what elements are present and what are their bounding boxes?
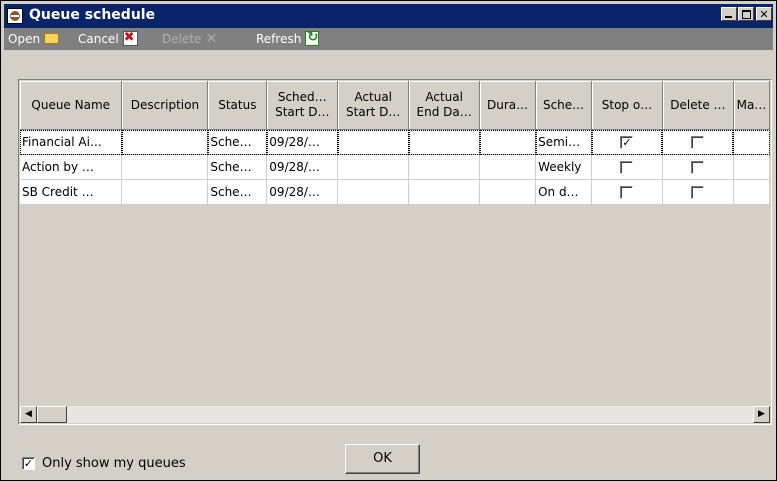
cell-description[interactable] bbox=[121, 179, 209, 205]
refresh-button[interactable]: Refresh bbox=[256, 29, 320, 48]
refresh-label: Refresh bbox=[256, 32, 302, 46]
cell-status[interactable]: Sche… bbox=[207, 129, 268, 155]
column-header[interactable]: Queue Name bbox=[20, 81, 123, 130]
close-button[interactable]: ✕ bbox=[756, 7, 772, 21]
queue-grid: Queue Name Description Status Sched… Start D… bbox=[18, 79, 772, 425]
cell-status[interactable]: Sche… bbox=[207, 179, 268, 205]
delete-icon bbox=[205, 31, 219, 48]
column-header-label: Ma… bbox=[736, 97, 767, 112]
column-header-sublabel: End Da… bbox=[416, 105, 472, 119]
delete-checkbox[interactable] bbox=[691, 160, 705, 174]
column-header-label: Queue Name bbox=[31, 97, 111, 112]
delete-button[interactable]: Delete bbox=[162, 31, 219, 48]
delete-label: Delete bbox=[162, 32, 202, 46]
cell-stop-checked: ✓ bbox=[591, 129, 663, 155]
cell-sched-start[interactable]: 09/28/… bbox=[266, 179, 339, 205]
open-button[interactable]: Open bbox=[8, 31, 60, 48]
table-row[interactable]: SB Credit … Sche… 09/28/… On d… bbox=[20, 179, 770, 205]
table-row[interactable]: Action by … Sche… 09/28/… Weekly bbox=[20, 154, 770, 180]
delete-checkbox[interactable] bbox=[691, 135, 705, 149]
cell-actual-start[interactable] bbox=[337, 129, 410, 155]
cell-duration[interactable] bbox=[479, 179, 537, 205]
cell-actual-end[interactable] bbox=[408, 129, 481, 155]
cell-schedule[interactable]: Weekly bbox=[535, 154, 593, 180]
column-header[interactable]: Sched… Start D… bbox=[266, 81, 339, 130]
open-label: Open bbox=[8, 32, 41, 46]
cell-overflow bbox=[733, 179, 770, 205]
scroll-thumb[interactable] bbox=[37, 406, 67, 423]
refresh-icon bbox=[305, 29, 320, 46]
column-header[interactable]: Delete … bbox=[662, 81, 734, 130]
column-header[interactable]: Stop o… bbox=[591, 81, 663, 130]
cell-schedule[interactable]: Semi… bbox=[535, 129, 593, 155]
cancel-icon bbox=[122, 29, 138, 46]
column-header-label: Actual bbox=[425, 90, 463, 104]
column-header[interactable]: Ma… bbox=[733, 81, 770, 130]
cell-delete-checked bbox=[662, 129, 734, 155]
cancel-label: Cancel bbox=[78, 32, 119, 46]
column-header[interactable]: Actual Start D… bbox=[337, 81, 410, 130]
delete-checkbox[interactable] bbox=[691, 185, 705, 199]
header-row: Queue Name Description Status Sched… Start D… bbox=[20, 81, 770, 130]
cell-queue-name[interactable]: Action by … bbox=[20, 154, 123, 180]
cancel-button[interactable]: Cancel bbox=[78, 29, 138, 48]
only-show-my-queues-label: Only show my queues bbox=[42, 456, 186, 471]
cell-status[interactable]: Sche… bbox=[207, 154, 268, 180]
column-header-label: Actual bbox=[354, 90, 392, 104]
toolbar: Open Cancel Delete Refresh bbox=[4, 28, 773, 50]
app-icon bbox=[7, 8, 23, 24]
cell-duration[interactable] bbox=[479, 154, 537, 180]
cell-duration[interactable] bbox=[479, 129, 537, 155]
cell-delete-checked bbox=[662, 179, 734, 205]
table-row[interactable]: Financial Ai… Sche… 09/28/… Semi… ✓ bbox=[20, 129, 770, 155]
column-header-label: Delete … bbox=[670, 97, 726, 112]
cell-actual-start[interactable] bbox=[337, 154, 410, 180]
cell-queue-name[interactable]: SB Credit … bbox=[20, 179, 123, 205]
stop-checkbox[interactable]: ✓ bbox=[620, 135, 634, 149]
column-header-label: Dura… bbox=[487, 97, 529, 112]
only-show-my-queues-checkbox[interactable]: ✓ Only show my queues bbox=[22, 456, 186, 471]
column-header[interactable]: Sche… bbox=[535, 81, 593, 130]
cell-actual-end[interactable] bbox=[408, 154, 481, 180]
cell-description[interactable] bbox=[121, 129, 209, 155]
cell-sched-start[interactable]: 09/28/… bbox=[266, 129, 339, 155]
cell-overflow bbox=[733, 129, 770, 155]
maximize-button[interactable] bbox=[738, 7, 754, 21]
column-header-label: Sched… bbox=[277, 90, 327, 104]
folder-icon bbox=[44, 33, 60, 44]
column-header-label: Stop o… bbox=[601, 97, 653, 112]
cell-actual-start[interactable] bbox=[337, 179, 410, 205]
stop-checkbox[interactable] bbox=[620, 185, 634, 199]
cell-sched-start[interactable]: 09/28/… bbox=[266, 154, 339, 180]
horizontal-scrollbar[interactable]: ◀ ▶ bbox=[20, 406, 770, 423]
queue-schedule-window: Queue schedule ✕ Open Cancel Delete Refr… bbox=[0, 0, 777, 481]
cell-overflow bbox=[733, 154, 770, 180]
ok-button[interactable]: OK bbox=[345, 444, 420, 474]
cell-description[interactable] bbox=[121, 154, 209, 180]
title-bar[interactable]: Queue schedule ✕ bbox=[4, 4, 773, 28]
column-header[interactable]: Description bbox=[121, 81, 209, 130]
column-header-label: Description bbox=[130, 97, 200, 112]
scroll-right-icon[interactable]: ▶ bbox=[753, 406, 770, 423]
column-header[interactable]: Status bbox=[207, 81, 268, 130]
cell-actual-end[interactable] bbox=[408, 179, 481, 205]
column-header-label: Status bbox=[218, 97, 257, 112]
stop-checkbox[interactable] bbox=[620, 160, 634, 174]
cell-schedule[interactable]: On d… bbox=[535, 179, 593, 205]
column-header-sublabel: Start D… bbox=[275, 105, 330, 119]
column-header-sublabel: Start D… bbox=[346, 105, 401, 119]
column-header-label: Sche… bbox=[542, 97, 585, 112]
queue-table: Queue Name Description Status Sched… Start D… bbox=[20, 81, 770, 205]
window-title: Queue schedule bbox=[29, 7, 156, 23]
cell-delete-checked bbox=[662, 154, 734, 180]
column-header[interactable]: Dura… bbox=[479, 81, 537, 130]
minimize-button[interactable] bbox=[721, 7, 737, 21]
cell-stop-checked bbox=[591, 154, 663, 180]
scroll-left-icon[interactable]: ◀ bbox=[20, 406, 37, 423]
cell-queue-name[interactable]: Financial Ai… bbox=[20, 129, 123, 155]
checkbox-icon[interactable]: ✓ bbox=[22, 457, 35, 470]
column-header[interactable]: Actual End Da… bbox=[408, 81, 481, 130]
cell-stop-checked bbox=[591, 179, 663, 205]
